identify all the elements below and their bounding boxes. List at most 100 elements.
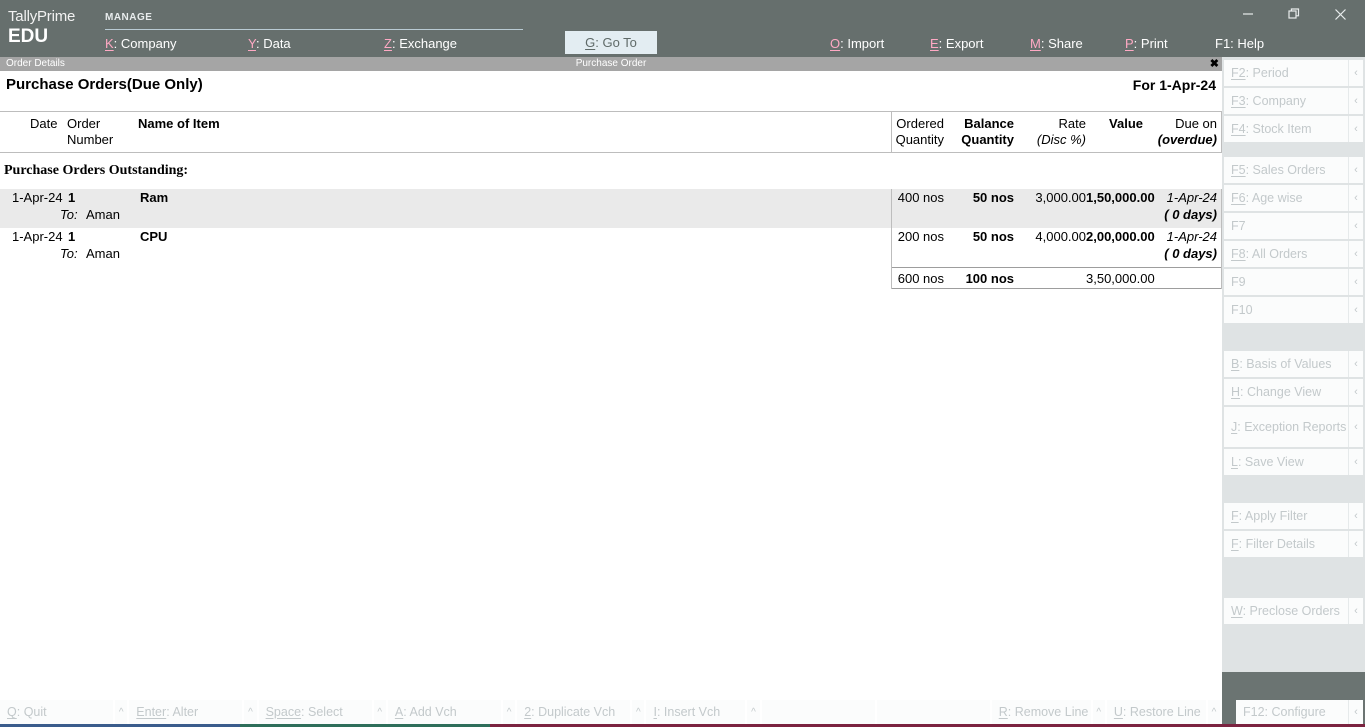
go-to-button[interactable]: G: Go To [565, 31, 657, 54]
sidebar-divider [1222, 325, 1365, 338]
menu-item-export[interactable]: E: Export [930, 35, 983, 52]
bottom-item-insert-vch-label: I: Insert Vch [653, 705, 721, 719]
sidebar-item-f9[interactable]: F9 ‹ [1224, 269, 1363, 295]
cell-to-party: Aman [86, 207, 120, 222]
sidebar-item-stock-item-label: F4: Stock Item [1231, 122, 1312, 136]
sidebar-item-save-view[interactable]: L: Save View ‹ [1224, 449, 1363, 475]
sidebar-item-sales-orders[interactable]: F5: Sales Orders ‹ [1224, 157, 1363, 183]
sidebar-item-preclose-orders[interactable]: W: Preclose Orders ‹ [1224, 598, 1363, 624]
panel-close-icon[interactable]: ✖ [1210, 57, 1219, 71]
bottom-item-alter[interactable]: Enter: Alter [129, 700, 243, 724]
minimize-button[interactable] [1225, 0, 1271, 28]
caret-up-icon: ^ [502, 700, 516, 724]
breadcrumb-center: Purchase Order [575, 58, 647, 69]
sidebar-item-stock-item[interactable]: F4: Stock Item ‹ [1224, 116, 1363, 142]
sidebar-divider [1222, 585, 1365, 598]
sidebar-item-save-view-label: L: Save View [1231, 455, 1304, 469]
page-title: Purchase Orders(Due Only) [6, 76, 203, 93]
bottom-item-restore-line[interactable]: U: Restore Line [1106, 700, 1206, 724]
menu-label-help: Help [1237, 36, 1265, 51]
table-row[interactable]: 1-Apr-24 1 CPU To: Aman 200 nos 50 nos 4… [0, 228, 1222, 267]
chevron-left-icon: ‹ [1348, 407, 1363, 447]
chevron-left-icon: ‹ [1348, 185, 1363, 211]
restore-button[interactable] [1271, 0, 1317, 28]
close-button[interactable] [1317, 0, 1363, 28]
menu-item-import[interactable]: O: Import [830, 35, 884, 52]
menu-item-help[interactable]: F1: Help [1215, 35, 1264, 52]
sidebar-item-basis-of-values-label: B: Basis of Values [1231, 357, 1332, 371]
cell-due-on: 1-Apr-24 [1166, 229, 1217, 244]
bottom-item-quit[interactable]: Q: Quit [0, 700, 114, 724]
brand-block: TallyPrime EDU [8, 8, 103, 47]
sidebar-item-f10[interactable]: F10 ‹ [1224, 297, 1363, 323]
sidebar-item-filter-details-label: F: Filter Details [1231, 537, 1316, 551]
chevron-left-icon: ‹ [1348, 449, 1363, 475]
cell-to-party: Aman [86, 246, 120, 261]
menu-accel-export: E [930, 36, 939, 51]
menu-item-share[interactable]: M: Share [1030, 35, 1083, 52]
cell-order-number: 1 [68, 229, 76, 244]
restore-icon [1288, 8, 1300, 19]
sidebar-item-period-label: F2: Period [1231, 66, 1289, 80]
sidebar-item-change-view-label: H: Change View [1231, 385, 1322, 399]
chevron-left-icon: ‹ [1348, 531, 1363, 557]
menu-item-data[interactable]: Y: Data [248, 35, 291, 52]
sidebar-item-company[interactable]: F3: Company ‹ [1224, 88, 1363, 114]
menu-item-company[interactable]: K: Company [105, 35, 177, 52]
caret-up-icon: ^ [1092, 700, 1105, 724]
bottom-item-select[interactable]: Space: Select [258, 700, 372, 724]
tallyprime-window: TallyPrime EDU MANAGE K: Company Y: Data… [0, 0, 1365, 727]
menu-item-print[interactable]: P: Print [1125, 35, 1168, 52]
sidebar-item-period[interactable]: F2: Period ‹ [1224, 60, 1363, 86]
row-vrule-left [891, 228, 892, 267]
menu-label-export: Export [945, 36, 984, 51]
chevron-left-icon: ‹ [1348, 598, 1363, 624]
sidebar-item-apply-filter[interactable]: F: Apply Filter ‹ [1224, 503, 1363, 529]
bottom-item-configure[interactable]: F12: Configure ‹ [1236, 700, 1363, 724]
sidebar-item-basis-of-values[interactable]: B: Basis of Values ‹ [1224, 351, 1363, 377]
bottom-item-add-vch[interactable]: A: Add Vch [387, 700, 501, 724]
menu-item-exchange[interactable]: Z: Exchange [384, 35, 457, 52]
col-header-ordered-quantity: Ordered Quantity [895, 116, 944, 147]
sidebar-item-age-wise[interactable]: F6: Age wise ‹ [1224, 185, 1363, 211]
bottom-item-select-label: Space: Select [265, 705, 343, 719]
chevron-left-icon: ‹ [1348, 379, 1363, 405]
bottom-item-duplicate-vch-label: 2: Duplicate Vch [524, 705, 616, 719]
top-header-bar: TallyPrime EDU MANAGE K: Company Y: Data… [0, 0, 1365, 57]
caret-up-icon: ^ [1207, 700, 1221, 724]
go-to-label: Go To [602, 35, 637, 50]
caret-up-icon: ^ [632, 700, 645, 724]
chevron-left-icon: ‹ [1348, 297, 1363, 323]
bottom-item-restore-line-label: U: Restore Line [1113, 705, 1201, 719]
row-vrule-left [891, 189, 892, 228]
chevron-left-icon: ‹ [1348, 269, 1363, 295]
sidebar-item-f9-label: F9 [1231, 275, 1246, 289]
sidebar-item-exception-reports[interactable]: J: Exception Reports ‹ [1224, 407, 1363, 447]
col-header-date: Date [30, 116, 58, 131]
sidebar-item-filter-details[interactable]: F: Filter Details ‹ [1224, 531, 1363, 557]
menu-label-exchange: Exchange [399, 36, 458, 51]
bottom-item-empty-2[interactable] [876, 700, 990, 724]
sidebar-item-f7[interactable]: F7 ‹ [1224, 213, 1363, 239]
left-menu: K: Company Y: Data Z: Exchange [105, 35, 535, 53]
chevron-left-icon: ‹ [1348, 60, 1363, 86]
cell-ordered-quantity: 400 nos [897, 190, 944, 205]
breadcrumb-bar: Order Details Purchase Order ✖ [0, 57, 1222, 71]
chevron-left-icon: ‹ [1348, 116, 1363, 142]
sidebar-divider [1222, 490, 1365, 503]
sidebar-item-sales-orders-label: F5: Sales Orders [1231, 163, 1326, 177]
bottom-item-duplicate-vch[interactable]: 2: Duplicate Vch [517, 700, 631, 724]
bottom-item-insert-vch[interactable]: I: Insert Vch [646, 700, 746, 724]
manage-group: MANAGE [105, 12, 525, 30]
report-period: For 1-Apr-24 [1132, 77, 1216, 93]
bottom-item-remove-line[interactable]: R: Remove Line [991, 700, 1091, 724]
chevron-left-icon: ‹ [1348, 213, 1363, 239]
sidebar-item-change-view[interactable]: H: Change View ‹ [1224, 379, 1363, 405]
bottom-action-bar: Q: Quit ^ Enter: Alter ^ Space: Select ^… [0, 672, 1222, 727]
menu-label-share: Share [1048, 36, 1083, 51]
bottom-item-empty-1[interactable] [761, 700, 875, 724]
menu-accel-share: M [1030, 36, 1041, 51]
cell-name-of-item: CPU [140, 229, 168, 244]
sidebar-item-all-orders[interactable]: F8: All Orders ‹ [1224, 241, 1363, 267]
table-row[interactable]: 1-Apr-24 1 Ram To: Aman 400 nos 50 nos 3… [0, 189, 1222, 228]
